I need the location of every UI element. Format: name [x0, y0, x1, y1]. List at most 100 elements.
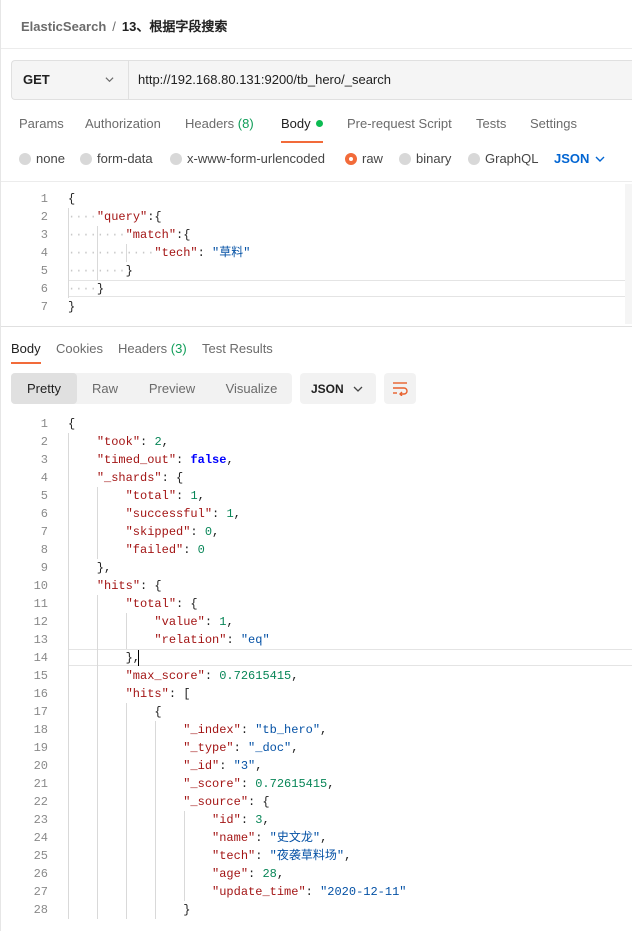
code-line: 16 "hits": [	[1, 685, 632, 703]
line-number: 20	[33, 759, 48, 773]
code-text: "age": 28,	[68, 865, 284, 883]
method-select[interactable]: GET	[12, 61, 129, 99]
code-text: {	[68, 703, 161, 721]
json-punctuation: ,	[262, 813, 270, 827]
json-punctuation: :	[240, 813, 256, 827]
json-key: "age"	[212, 867, 249, 881]
radio-label: raw	[362, 151, 383, 166]
tab-headers[interactable]: Headers (8)	[185, 116, 254, 131]
tab-label: Authorization	[85, 116, 161, 131]
code-line: 12 "value": 1,	[1, 613, 632, 631]
breadcrumb: ElasticSearch / 13、根据字段搜索	[21, 18, 227, 36]
json-number: 0.72615415	[255, 777, 328, 791]
radio-circle-icon	[468, 153, 480, 165]
code-line: 19 "_type": "_doc",	[1, 739, 632, 757]
url-input[interactable]: http://192.168.80.131:9200/tb_hero/_sear…	[138, 72, 391, 87]
line-number: 12	[33, 615, 48, 629]
tab-params[interactable]: Params	[19, 116, 64, 131]
code-text: "max_score": 0.72615415,	[68, 667, 299, 685]
code-text: "hits": {	[68, 577, 162, 595]
json-punctuation	[68, 633, 154, 647]
json-punctuation: ,	[226, 615, 234, 629]
code-text: }	[68, 298, 75, 316]
json-punctuation: : {	[176, 597, 198, 611]
tab-label: Settings	[530, 116, 577, 131]
json-number: 1	[190, 489, 198, 503]
response-tab-body[interactable]: Body	[11, 341, 41, 356]
json-key: "relation"	[154, 633, 227, 647]
json-key: "timed_out"	[96, 453, 177, 467]
json-punctuation: },	[68, 651, 141, 665]
code-line: 2 ····"query":{	[1, 208, 632, 226]
app-window: ElasticSearch / 13、根据字段搜索 GET http://192.1…	[0, 0, 632, 931]
response-tab-test-results[interactable]: Test Results	[202, 341, 273, 356]
tab-authorization[interactable]: Authorization	[85, 116, 161, 131]
code-line: 11 "total": {	[1, 595, 632, 613]
json-punctuation: },	[68, 561, 112, 575]
tab-body[interactable]: Body	[281, 116, 323, 131]
radio-form-data[interactable]: form-data	[80, 151, 153, 166]
breadcrumb-collection[interactable]: ElasticSearch	[21, 19, 106, 34]
line-number: 3	[40, 228, 48, 242]
json-key: "_id"	[183, 759, 220, 773]
code-text: "failed": 0	[68, 541, 205, 559]
line-number: 23	[33, 813, 48, 827]
code-text: "_score": 0.72615415,	[68, 775, 334, 793]
response-body-viewer[interactable]: 1{2 "took": 2, 3 "timed_out": false, 4 "_s…	[1, 415, 632, 929]
code-line: 10 "hits": {	[1, 577, 632, 595]
json-key: "_index"	[183, 723, 241, 737]
line-number: 15	[33, 669, 48, 683]
json-punctuation: :	[204, 615, 220, 629]
response-tab-cookies[interactable]: Cookies	[56, 341, 103, 356]
code-text: ········"match":{	[68, 226, 190, 244]
radio-label: binary	[416, 151, 452, 166]
code-line: 3 ········"match":{	[1, 226, 632, 244]
json-key: "total"	[125, 597, 177, 611]
view-raw-button[interactable]: Raw	[77, 373, 133, 404]
tab-tests[interactable]: Tests	[476, 116, 506, 131]
view-pretty-button[interactable]: Pretty	[11, 373, 77, 404]
json-key: "value"	[154, 615, 205, 629]
line-number: 19	[33, 741, 48, 755]
tab-pre-request-script[interactable]: Pre-request Script	[347, 116, 452, 131]
json-punctuation: :	[176, 489, 191, 503]
code-text: ········}	[68, 262, 133, 280]
line-number: 4	[40, 246, 48, 260]
code-line: 25 "tech": "夜袭草料场",	[1, 847, 632, 865]
radio-x-www-form-urlencoded[interactable]: x-www-form-urlencoded	[170, 151, 325, 166]
wrap-lines-button[interactable]	[384, 373, 416, 404]
breadcrumb-request-name[interactable]: 13、根据字段搜索	[122, 19, 227, 34]
code-text: "_type": "_doc",	[68, 739, 298, 757]
code-line: 17 {	[1, 703, 632, 721]
tab-label: Headers	[118, 341, 168, 356]
response-view-selector: Pretty Raw Preview Visualize	[11, 373, 292, 404]
json-key: "hits"	[96, 579, 141, 593]
radio-raw[interactable]: raw	[345, 151, 383, 166]
view-preview-button[interactable]: Preview	[133, 373, 211, 404]
json-punctuation	[68, 849, 212, 863]
line-number: 1	[40, 192, 48, 206]
radio-binary[interactable]: binary	[399, 151, 451, 166]
tab-settings[interactable]: Settings	[530, 116, 577, 131]
view-visualize-button[interactable]: Visualize	[211, 373, 292, 404]
code-text: ············"tech": "草料"	[68, 244, 250, 262]
radio-graphql[interactable]: GraphQL	[468, 151, 538, 166]
headers-count-badge: (3)	[170, 341, 187, 356]
json-string: "_doc"	[248, 741, 292, 755]
json-punctuation: :	[204, 669, 220, 683]
json-punctuation: :	[240, 777, 256, 791]
editor-scrollbar[interactable]	[625, 184, 632, 324]
line-number: 7	[40, 300, 48, 314]
request-body-editor[interactable]: 1{2····"query":{3········"match":{4·····…	[1, 190, 632, 322]
indent-guide	[97, 595, 98, 919]
json-key: "_source"	[183, 795, 249, 809]
code-text: "update_time": "2020-12-11"	[68, 883, 406, 901]
whitespace-marker: ············	[68, 246, 155, 260]
line-number: 14	[33, 651, 48, 665]
json-string: "3"	[233, 759, 256, 773]
response-tab-headers[interactable]: Headers (3)	[118, 341, 187, 356]
json-key: "took"	[96, 435, 141, 449]
language-select[interactable]: JSON	[554, 151, 605, 166]
response-format-select[interactable]: JSON	[300, 373, 376, 404]
radio-none[interactable]: none	[19, 151, 65, 166]
